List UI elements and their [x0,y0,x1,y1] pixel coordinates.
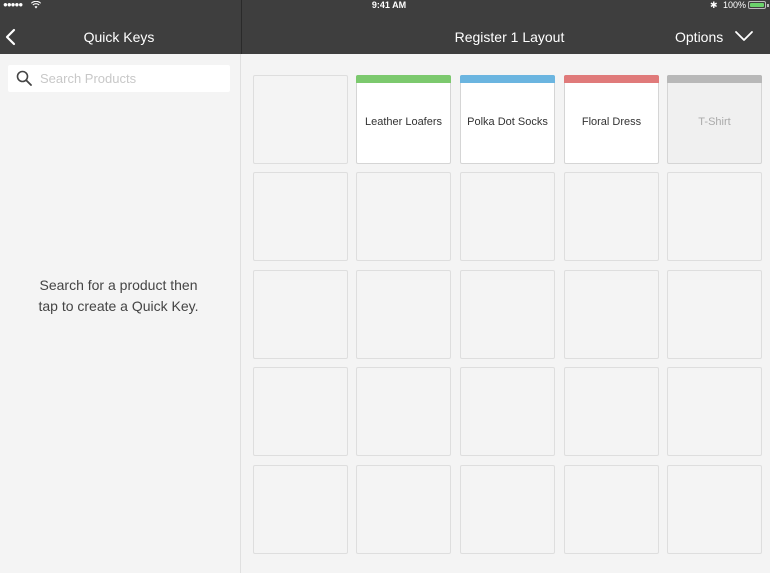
top-bar: ●●●●● 9:41 AM ✱ 100% Quick Keys Register… [0,0,770,54]
empty-quick-key-slot[interactable] [356,270,451,359]
hint-line-2: tap to create a Quick Key. [38,298,199,314]
empty-quick-key-slot[interactable] [667,270,762,359]
empty-quick-key-slot[interactable] [667,465,762,554]
quick-key[interactable]: Floral Dress [564,75,659,164]
bluetooth-icon: ✱ [710,0,718,10]
empty-quick-key-slot[interactable] [356,172,451,261]
search-input[interactable] [40,69,220,88]
chevron-down-icon[interactable] [734,30,754,42]
page-indicator[interactable] [498,568,522,573]
empty-quick-key-slot[interactable] [253,465,348,554]
empty-quick-key-slot[interactable] [460,270,555,359]
battery-percent: 100% [723,0,747,10]
empty-quick-key-slot[interactable] [667,367,762,456]
quick-key[interactable]: T-Shirt [667,75,762,164]
empty-quick-key-slot[interactable] [253,270,348,359]
empty-quick-key-slot[interactable] [253,75,348,164]
quick-key-color-bar [667,75,762,83]
hint-line-1: Search for a product then [39,277,198,293]
left-nav-title: Quick Keys [83,29,155,45]
quick-key-color-bar [564,75,659,83]
quick-key[interactable]: Leather Loafers [356,75,451,164]
empty-quick-key-slot[interactable] [564,172,659,261]
search-box [8,65,230,92]
left-nav-bar: Quick Keys [0,22,241,54]
empty-quick-key-slot[interactable] [460,367,555,456]
empty-quick-key-slot[interactable] [253,367,348,456]
left-panel: Search for a product then tap to create … [0,54,241,573]
battery-icon [748,1,766,9]
quick-key-grid: Leather Loafers Polka Dot Socks Floral Dre… [242,54,770,573]
quick-key-label: T-Shirt [698,116,731,128]
quick-key-label: Leather Loafers [364,116,443,128]
empty-quick-key-slot[interactable] [356,367,451,456]
quick-key-color-bar [460,75,555,83]
status-time: 9:41 AM [371,0,407,10]
quick-key-color-bar [356,75,451,83]
empty-quick-key-slot[interactable] [564,270,659,359]
status-bar: ●●●●● 9:41 AM ✱ 100% [0,0,770,12]
empty-quick-key-slot[interactable] [460,465,555,554]
battery-tip [767,4,769,7]
empty-quick-key-slot[interactable] [460,172,555,261]
right-nav-bar: Register 1 Layout Options [242,22,770,54]
quick-key-label: Polka Dot Socks [467,116,548,128]
empty-state-hint: Search for a product then tap to create … [0,275,237,317]
empty-quick-key-slot[interactable] [564,367,659,456]
options-button[interactable]: Options [675,29,723,45]
app-root: ●●●●● 9:41 AM ✱ 100% Quick Keys Register… [0,0,770,573]
empty-quick-key-slot[interactable] [356,465,451,554]
empty-quick-key-slot[interactable] [564,465,659,554]
quick-key-label: Floral Dress [581,116,642,128]
empty-quick-key-slot[interactable] [253,172,348,261]
search-icon [16,70,32,86]
quick-key[interactable]: Polka Dot Socks [460,75,555,164]
empty-quick-key-slot[interactable] [667,172,762,261]
